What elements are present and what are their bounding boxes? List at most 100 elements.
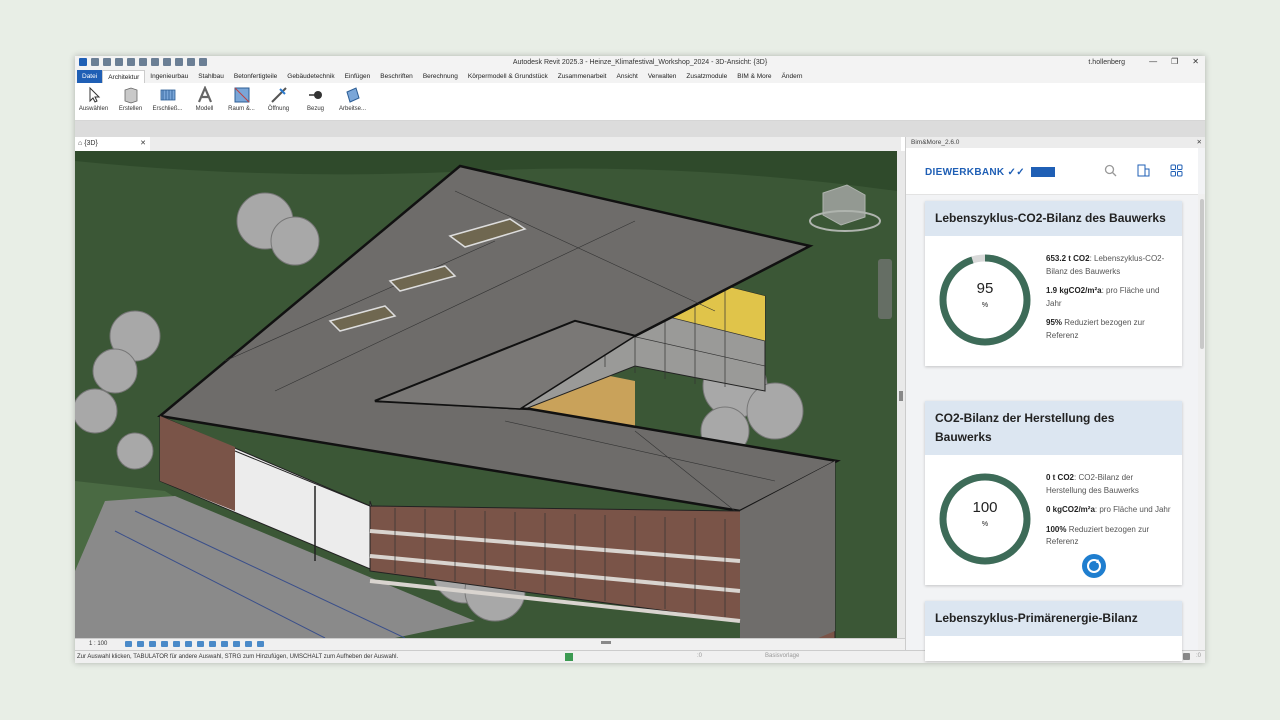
- temp-hide-icon[interactable]: [221, 641, 228, 647]
- ribbon-tabs: Datei Architektur Ingenieurbau Stahlbau …: [75, 69, 1205, 84]
- tab-zusammenarbeit[interactable]: Zusammenarbeit: [553, 70, 612, 83]
- oeffnung-button[interactable]: Öffnung: [260, 83, 297, 120]
- window-controls: — ❐ ✕: [1149, 57, 1199, 66]
- arbeitsebene-button[interactable]: Arbeitse...: [334, 83, 371, 120]
- erstellen-label: Erstellen: [118, 106, 143, 112]
- stat-reduction: 95%: [1046, 318, 1063, 327]
- user-name[interactable]: t.hollenberg: [1088, 59, 1125, 66]
- panel-close-icon[interactable]: ✕: [1197, 137, 1202, 148]
- selection-count: :0: [697, 653, 703, 659]
- analytical-model-icon[interactable]: [245, 641, 252, 647]
- tab-ansicht[interactable]: Ansicht: [612, 70, 643, 83]
- window-title: Autodesk Revit 2025.3 - Heinze_Klimafest…: [512, 59, 768, 66]
- search-icon[interactable]: [1104, 164, 1117, 177]
- panel-title-text: Bim&More_2.6.0: [911, 139, 960, 146]
- close-icon[interactable]: ✕: [1192, 57, 1199, 66]
- detail-level-icon[interactable]: [125, 641, 132, 647]
- header-icons: [1104, 164, 1183, 177]
- stat-per-area-text: : pro Fläche und Jahr: [1094, 505, 1171, 514]
- workset-selector[interactable]: Basisvorlage: [765, 653, 799, 659]
- tab-verwalten[interactable]: Verwalten: [643, 70, 682, 83]
- card-title: Lebenszyklus-CO2-Bilanz des Bauwerks: [925, 201, 1182, 236]
- sun-path-icon[interactable]: [149, 641, 156, 647]
- tab-gebaeudetechnik[interactable]: Gebäudetechnik: [282, 70, 339, 83]
- donut-chart: 95 %: [937, 252, 1033, 348]
- tab-ingenieurbau[interactable]: Ingenieurbau: [145, 70, 193, 83]
- model-text-icon: [197, 86, 212, 103]
- revit-window: Autodesk Revit 2025.3 - Heinze_Klimafest…: [75, 56, 1205, 663]
- tab-aendern[interactable]: Ändern: [777, 70, 808, 83]
- wall-icon: [124, 87, 137, 104]
- modell-button[interactable]: Modell: [186, 83, 223, 120]
- stat-total: 653.2 t CO2: [1046, 254, 1090, 263]
- 3d-viewport[interactable]: [75, 151, 897, 638]
- tab-architektur[interactable]: Architektur: [102, 69, 146, 84]
- minimize-icon[interactable]: —: [1149, 57, 1157, 66]
- auswaehlen-label: Auswählen: [78, 106, 109, 112]
- worksharing-icon[interactable]: [565, 653, 573, 661]
- view-scale[interactable]: 1 : 100: [89, 641, 107, 647]
- reveal-hidden-icon[interactable]: [233, 641, 240, 647]
- erstellen-button[interactable]: Erstellen: [112, 83, 149, 120]
- erschliessung-button[interactable]: Erschließ...: [149, 83, 186, 120]
- tab-zusatzmodule[interactable]: Zusatzmodule: [681, 70, 732, 83]
- stat-reduction: 100%: [1046, 524, 1067, 534]
- card-body: 95 % 653.2 t CO2: Lebenszyklus-CO2-Bilan…: [925, 236, 1182, 366]
- visual-style-icon[interactable]: [137, 641, 144, 647]
- card-title: Lebenszyklus-Primärenergie-Bilanz: [925, 601, 1182, 636]
- view-tab-3d[interactable]: ⌂ {3D} ✕: [75, 137, 150, 151]
- show-crop-icon[interactable]: [197, 641, 204, 647]
- tab-beschriften[interactable]: Beschriften: [375, 70, 418, 83]
- render-icon[interactable]: [173, 641, 180, 647]
- raum-label: Raum &...: [228, 106, 255, 112]
- tab-stahlbau[interactable]: Stahlbau: [193, 70, 229, 83]
- work-plane-icon: [345, 87, 360, 103]
- bezug-button[interactable]: Bezug: [297, 83, 334, 120]
- grid-icon[interactable]: [1170, 164, 1183, 177]
- ribbon: Auswählen Erstellen Erschließ... Modell …: [75, 83, 1205, 121]
- building-icon[interactable]: [1137, 164, 1150, 177]
- stat-total: 0 t CO2: [1046, 473, 1075, 482]
- tab-datei[interactable]: Datei: [77, 70, 103, 83]
- refresh-button[interactable]: [1082, 554, 1106, 578]
- highlight-displacement-icon[interactable]: [257, 641, 264, 647]
- lock-view-icon[interactable]: [209, 641, 216, 647]
- viewport-vertical-scrollbar[interactable]: [897, 151, 905, 638]
- title-bar: Autodesk Revit 2025.3 - Heinze_Klimafest…: [75, 56, 1205, 70]
- tab-koerpermodell[interactable]: Körpermodell & Grundstück: [463, 70, 553, 83]
- view-tab-bar: [75, 137, 901, 152]
- shadows-icon[interactable]: [161, 641, 168, 647]
- card-primary-energy: Lebenszyklus-Primärenergie-Bilanz: [925, 601, 1182, 661]
- donut-unit: %: [981, 302, 989, 309]
- crop-view-icon[interactable]: [185, 641, 192, 647]
- bezug-label: Bezug: [306, 106, 324, 112]
- arbeitsebene-label: Arbeitse...: [338, 106, 366, 112]
- donut-chart: 100 %: [937, 471, 1033, 567]
- erschliessung-label: Erschließ...: [152, 106, 183, 112]
- tab-betonfertigteile[interactable]: Betonfertigteile: [229, 70, 282, 83]
- viewport-horizontal-scrollbar[interactable]: [601, 641, 611, 644]
- raum-button[interactable]: Raum &...: [223, 83, 260, 120]
- filter-icon[interactable]: [1182, 653, 1190, 660]
- bim-more-panel: Bim&More_2.6.0 ✕ DIEWERKBANK ✓✓ Lebenszy…: [905, 137, 1205, 661]
- restore-icon[interactable]: ❐: [1171, 57, 1178, 66]
- tab-berechnung[interactable]: Berechnung: [418, 70, 463, 83]
- filter-count: :0: [1195, 653, 1201, 659]
- room-icon: [234, 87, 249, 103]
- ribbon-panel-titles: [75, 121, 1205, 137]
- status-message: Zur Auswahl klicken, TABULATOR für ander…: [77, 654, 399, 660]
- auswaehlen-button[interactable]: Auswählen: [75, 83, 112, 120]
- stat-per-area: 0 kgCO2/m²a: [1046, 505, 1095, 514]
- building-model: [75, 151, 897, 638]
- panel-scrollbar[interactable]: [1198, 194, 1205, 650]
- card-title: CO2-Bilanz der Herstellung des Bauwerks: [925, 401, 1182, 455]
- tab-bim-more[interactable]: BIM & More: [732, 70, 776, 83]
- tab-einfuegen[interactable]: Einfügen: [340, 70, 376, 83]
- view-control-icons: [125, 641, 264, 647]
- brand-check-icon: ✓✓: [1007, 167, 1025, 178]
- opening-icon: [270, 87, 287, 103]
- concept-planner-badge-icon: [1030, 167, 1055, 178]
- close-view-icon[interactable]: ✕: [140, 137, 146, 151]
- brand-logo: DIEWERKBANK ✓✓: [925, 167, 1055, 178]
- view-control-bar: 1 : 100: [75, 638, 905, 650]
